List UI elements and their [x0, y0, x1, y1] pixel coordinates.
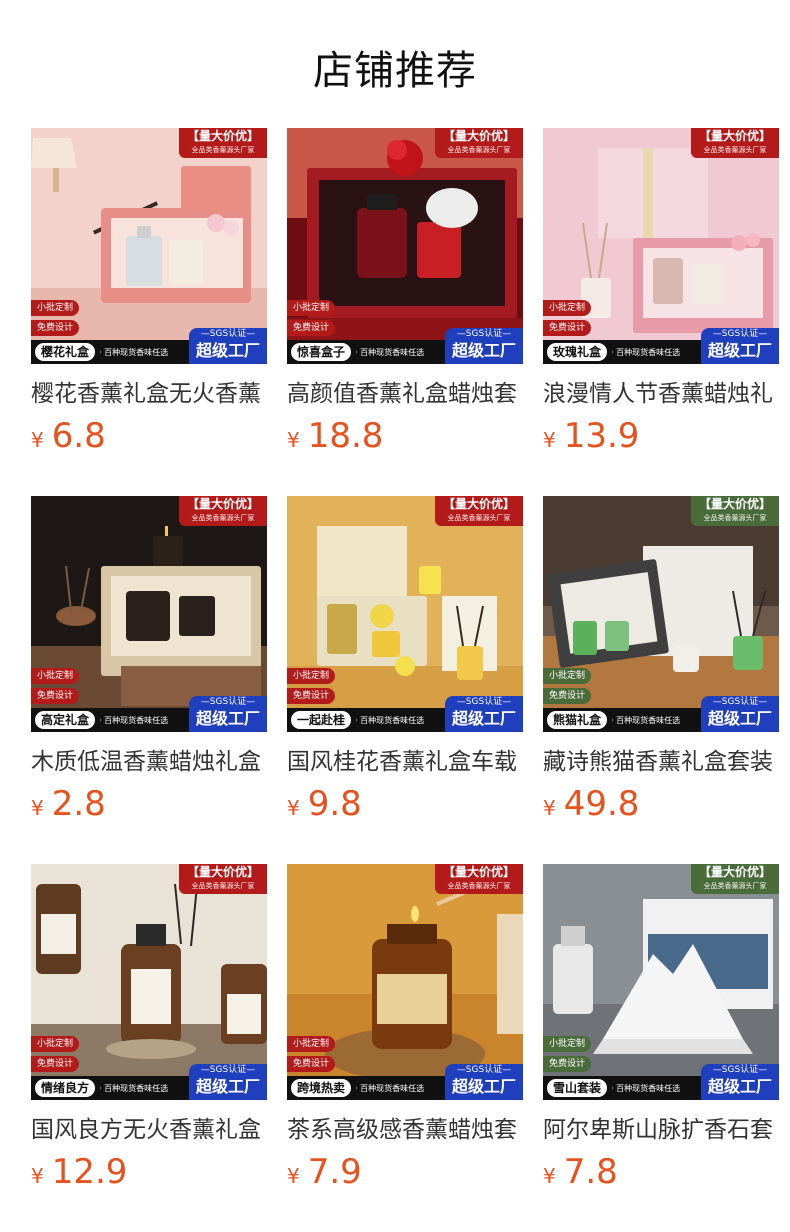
promo-tag: 【量大价优】 全品类香薰源头厂家: [691, 864, 779, 894]
product-short-name: 樱花礼盒: [35, 343, 96, 361]
free-design-label: 免费设计: [31, 1056, 80, 1072]
free-design-label: 免费设计: [287, 688, 336, 704]
product-short-name: 雪山套装: [547, 1079, 608, 1097]
product-image[interactable]: 【量大价优】 全品类香薰源头厂家 小批定制 免费设计 情绪良方 · 百种现货香味任…: [31, 864, 267, 1100]
product-grid: 【量大价优】 全品类香薰源头厂家 小批定制 免费设计 樱花礼盒 · 百种现货香味任…: [0, 0, 790, 1232]
product-card[interactable]: 【量大价优】 全品类香薰源头厂家 小批定制 免费设计 玫瑰礼盒 · 百种现货香味任…: [543, 128, 779, 456]
product-title[interactable]: 阿尔卑斯山脉扩香石套: [543, 1114, 779, 1146]
factory-badge: —SGS认证— 超级工厂: [189, 328, 267, 364]
product-price: ¥2.8: [31, 784, 106, 824]
currency-symbol: ¥: [287, 428, 300, 452]
factory-badge: —SGS认证— 超级工厂: [445, 1064, 523, 1100]
product-card[interactable]: 【量大价优】 全品类香薰源头厂家 小批定制 免费设计 跨境热卖 · 百种现货香味任…: [287, 864, 523, 1192]
product-card[interactable]: 【量大价优】 全品类香薰源头厂家 小批定制 免费设计 熊猫礼盒 · 百种现货香味任…: [543, 496, 779, 824]
currency-symbol: ¥: [287, 1164, 300, 1188]
free-design-label: 免费设计: [31, 688, 80, 704]
currency-symbol: ¥: [31, 428, 44, 452]
free-design-label: 免费设计: [543, 1056, 592, 1072]
promo-tag: 【量大价优】 全品类香薰源头厂家: [435, 496, 523, 526]
product-card[interactable]: 【量大价优】 全品类香薰源头厂家 小批定制 免费设计 高定礼盒 · 百种现货香味任…: [31, 496, 267, 824]
product-short-name: 一起赴桂: [291, 711, 352, 729]
factory-badge: —SGS认证— 超级工厂: [445, 696, 523, 732]
small-batch-label: 小批定制: [543, 668, 592, 684]
product-title[interactable]: 茶系高级感香薰蜡烛套: [287, 1114, 523, 1146]
factory-badge: —SGS认证— 超级工厂: [701, 696, 779, 732]
currency-symbol: ¥: [543, 1164, 556, 1188]
product-title[interactable]: 高颜值香薰礼盒蜡烛套: [287, 378, 523, 410]
free-design-label: 免费设计: [287, 320, 336, 336]
currency-symbol: ¥: [287, 796, 300, 820]
promo-tag: 【量大价优】 全品类香薰源头厂家: [435, 864, 523, 894]
product-image[interactable]: 【量大价优】 全品类香薰源头厂家 小批定制 免费设计 玫瑰礼盒 · 百种现货香味任…: [543, 128, 779, 364]
product-image[interactable]: 【量大价优】 全品类香薰源头厂家 小批定制 免费设计 惊喜盒子 · 百种现货香味任…: [287, 128, 523, 364]
small-batch-label: 小批定制: [31, 1036, 80, 1052]
small-batch-label: 小批定制: [287, 1036, 336, 1052]
currency-symbol: ¥: [543, 796, 556, 820]
small-batch-label: 小批定制: [287, 668, 336, 684]
product-price: ¥7.8: [543, 1152, 618, 1192]
product-title[interactable]: 藏诗熊猫香薰礼盒套装: [543, 746, 779, 778]
product-short-name: 惊喜盒子: [291, 343, 352, 361]
small-batch-label: 小批定制: [543, 1036, 592, 1052]
promo-tag: 【量大价优】 全品类香薰源头厂家: [179, 864, 267, 894]
product-card[interactable]: 【量大价优】 全品类香薰源头厂家 小批定制 免费设计 樱花礼盒 · 百种现货香味任…: [31, 128, 267, 456]
product-image[interactable]: 【量大价优】 全品类香薰源头厂家 小批定制 免费设计 跨境热卖 · 百种现货香味任…: [287, 864, 523, 1100]
small-batch-label: 小批定制: [31, 300, 80, 316]
free-design-label: 免费设计: [31, 320, 80, 336]
product-price: ¥7.9: [287, 1152, 362, 1192]
product-short-name: 跨境热卖: [291, 1079, 352, 1097]
product-short-name: 高定礼盒: [35, 711, 96, 729]
product-title[interactable]: 樱花香薰礼盒无火香薰: [31, 378, 267, 410]
factory-badge: —SGS认证— 超级工厂: [701, 328, 779, 364]
product-price: ¥6.8: [31, 416, 106, 456]
product-card[interactable]: 【量大价优】 全品类香薰源头厂家 小批定制 免费设计 雪山套装 · 百种现货香味任…: [543, 864, 779, 1192]
small-batch-label: 小批定制: [31, 668, 80, 684]
promo-tag: 【量大价优】 全品类香薰源头厂家: [691, 128, 779, 158]
product-price: ¥9.8: [287, 784, 362, 824]
product-price: ¥13.9: [543, 416, 640, 456]
factory-badge: —SGS认证— 超级工厂: [445, 328, 523, 364]
product-card[interactable]: 【量大价优】 全品类香薰源头厂家 小批定制 免费设计 惊喜盒子 · 百种现货香味任…: [287, 128, 523, 456]
promo-tag: 【量大价优】 全品类香薰源头厂家: [435, 128, 523, 158]
currency-symbol: ¥: [543, 428, 556, 452]
factory-badge: —SGS认证— 超级工厂: [701, 1064, 779, 1100]
product-title[interactable]: 浪漫情人节香薰蜡烛礼: [543, 378, 779, 410]
product-image[interactable]: 【量大价优】 全品类香薰源头厂家 小批定制 免费设计 一起赴桂 · 百种现货香味任…: [287, 496, 523, 732]
small-batch-label: 小批定制: [543, 300, 592, 316]
free-design-label: 免费设计: [287, 1056, 336, 1072]
factory-badge: —SGS认证— 超级工厂: [189, 696, 267, 732]
product-short-name: 玫瑰礼盒: [547, 343, 608, 361]
small-batch-label: 小批定制: [287, 300, 336, 316]
product-image[interactable]: 【量大价优】 全品类香薰源头厂家 小批定制 免费设计 高定礼盒 · 百种现货香味任…: [31, 496, 267, 732]
product-card[interactable]: 【量大价优】 全品类香薰源头厂家 小批定制 免费设计 情绪良方 · 百种现货香味任…: [31, 864, 267, 1192]
product-title[interactable]: 木质低温香薰蜡烛礼盒: [31, 746, 267, 778]
promo-tag: 【量大价优】 全品类香薰源头厂家: [691, 496, 779, 526]
currency-symbol: ¥: [31, 1164, 44, 1188]
product-price: ¥18.8: [287, 416, 384, 456]
product-short-name: 熊猫礼盒: [547, 711, 608, 729]
promo-tag: 【量大价优】 全品类香薰源头厂家: [179, 496, 267, 526]
product-title[interactable]: 国风桂花香薰礼盒车载: [287, 746, 523, 778]
product-price: ¥12.9: [31, 1152, 128, 1192]
free-design-label: 免费设计: [543, 320, 592, 336]
factory-badge: —SGS认证— 超级工厂: [189, 1064, 267, 1100]
product-short-name: 情绪良方: [35, 1079, 96, 1097]
product-title[interactable]: 国风良方无火香薰礼盒: [31, 1114, 267, 1146]
product-image[interactable]: 【量大价优】 全品类香薰源头厂家 小批定制 免费设计 雪山套装 · 百种现货香味任…: [543, 864, 779, 1100]
product-image[interactable]: 【量大价优】 全品类香薰源头厂家 小批定制 免费设计 熊猫礼盒 · 百种现货香味任…: [543, 496, 779, 732]
currency-symbol: ¥: [31, 796, 44, 820]
product-price: ¥49.8: [543, 784, 640, 824]
promo-tag: 【量大价优】 全品类香薰源头厂家: [179, 128, 267, 158]
product-card[interactable]: 【量大价优】 全品类香薰源头厂家 小批定制 免费设计 一起赴桂 · 百种现货香味任…: [287, 496, 523, 824]
product-image[interactable]: 【量大价优】 全品类香薰源头厂家 小批定制 免费设计 樱花礼盒 · 百种现货香味任…: [31, 128, 267, 364]
free-design-label: 免费设计: [543, 688, 592, 704]
